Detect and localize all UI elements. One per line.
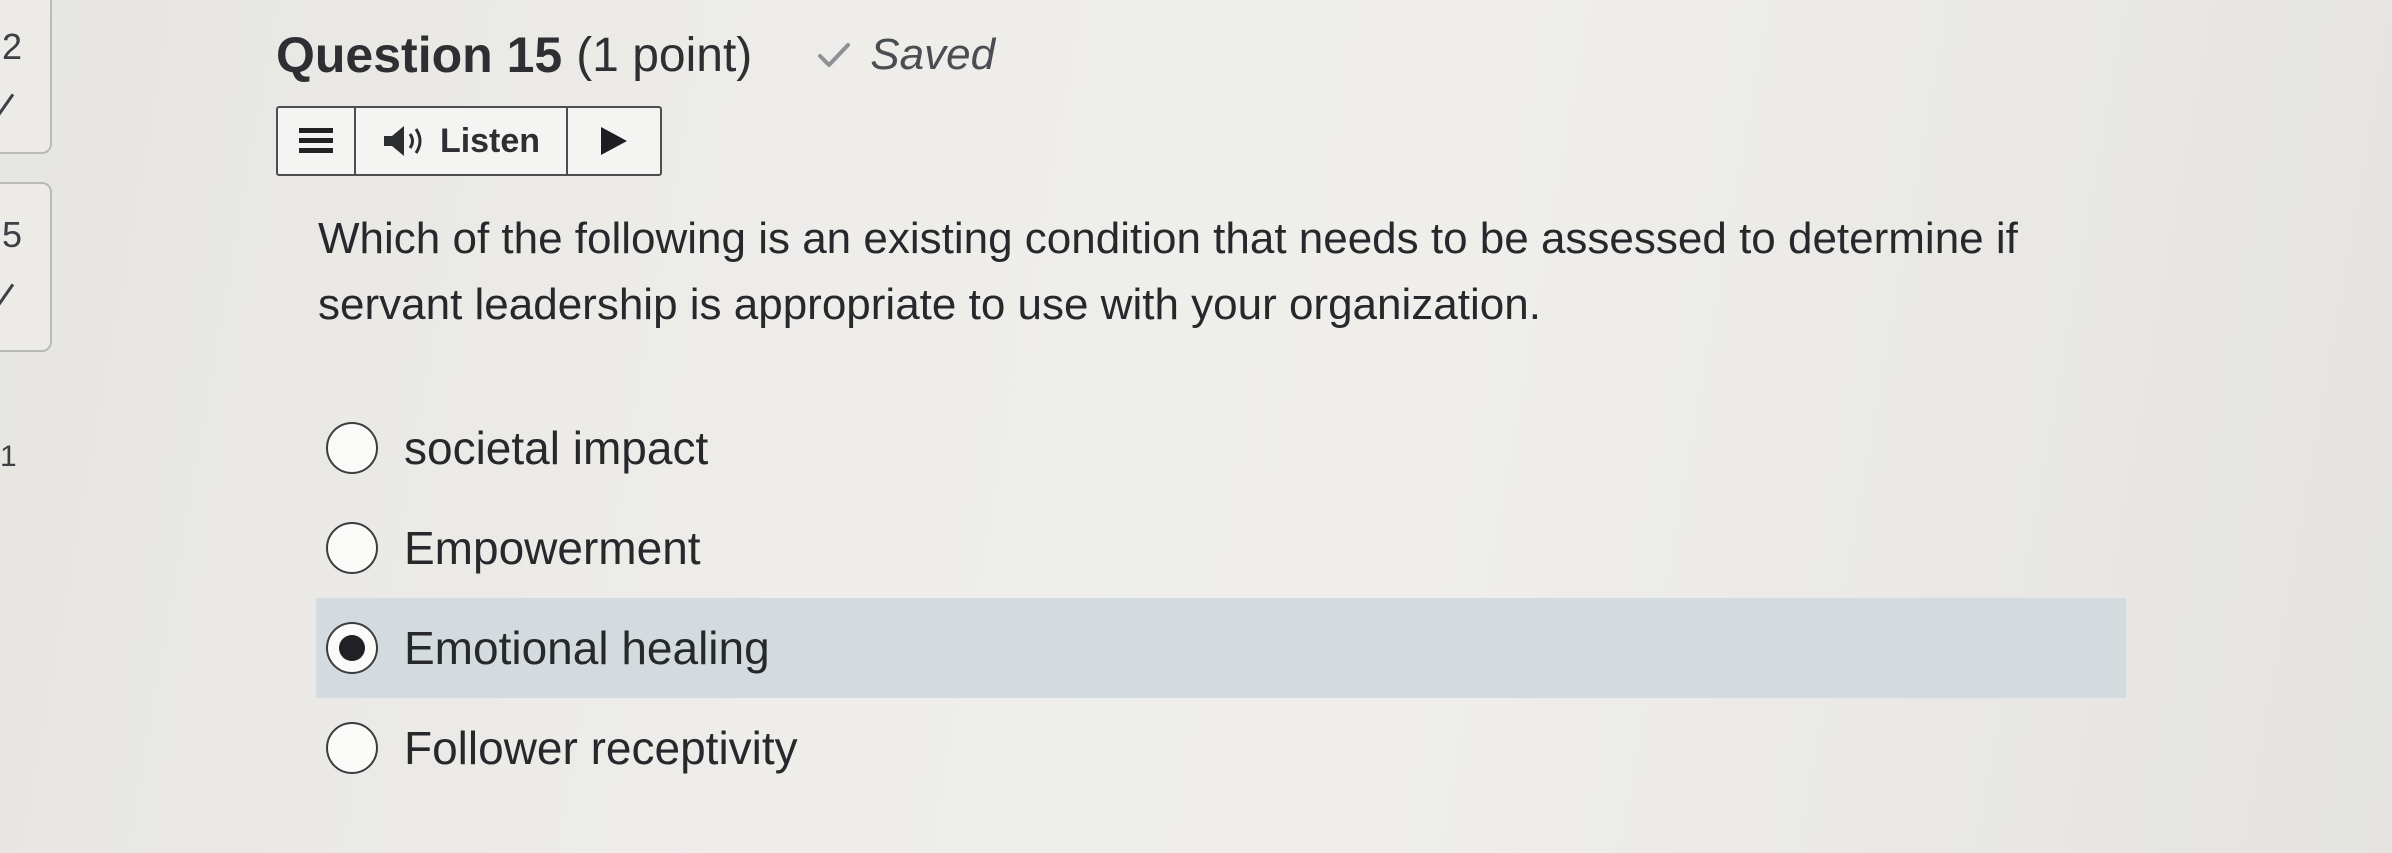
answer-options: societal impact Empowerment Emotional he…: [316, 398, 2126, 798]
question-points: (1 point): [576, 28, 753, 82]
question-nav-strip: 2 5 1: [0, 0, 60, 853]
play-button[interactable]: [568, 108, 660, 174]
answer-option-label[interactable]: Follower receptivity: [404, 721, 798, 775]
question-title: Question 15: [276, 27, 563, 83]
question-nav-item[interactable]: [0, 182, 52, 352]
answer-option[interactable]: Empowerment: [316, 498, 2116, 598]
answer-option-label[interactable]: Emotional healing: [404, 621, 770, 675]
answer-option-label[interactable]: societal impact: [404, 421, 708, 475]
menu-icon: [299, 128, 333, 153]
play-icon: [601, 127, 627, 155]
radio-button[interactable]: [326, 422, 378, 474]
listen-label: Listen: [439, 121, 541, 160]
radio-button-selected[interactable]: [326, 622, 378, 674]
radio-button[interactable]: [326, 522, 378, 574]
read-aloud-toolbar: Listen: [276, 106, 662, 176]
listen-button[interactable]: Listen: [356, 108, 568, 174]
question-header: Question 15 (1 point) Saved: [276, 26, 995, 84]
question-nav-number: 2: [2, 26, 23, 67]
question-text: Which of the following is an existing co…: [318, 214, 2018, 329]
question-nav-number: 5: [2, 214, 23, 255]
question-nav-number[interactable]: 1: [0, 440, 17, 474]
answer-option-selected[interactable]: Emotional healing: [316, 598, 2126, 698]
answer-option-label[interactable]: Empowerment: [404, 521, 701, 575]
check-icon: [818, 43, 851, 67]
speaker-icon: [383, 126, 422, 156]
saved-status: Saved: [870, 30, 996, 79]
answer-option[interactable]: societal impact: [316, 398, 2116, 498]
radio-button[interactable]: [326, 722, 378, 774]
question-nav-item[interactable]: [0, 0, 52, 154]
answer-option[interactable]: Follower receptivity: [316, 698, 2116, 798]
menu-button[interactable]: [278, 108, 356, 174]
radio-selected-dot: [339, 635, 365, 661]
